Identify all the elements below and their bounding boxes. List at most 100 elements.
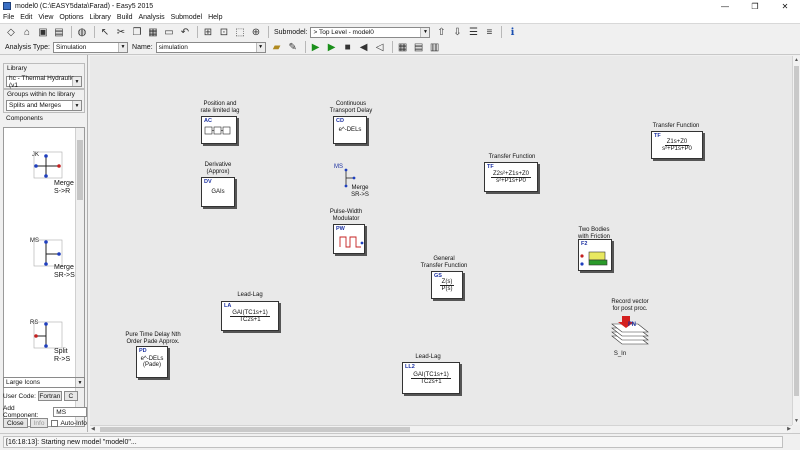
- scroll-thumb[interactable]: [794, 66, 799, 396]
- block-label: Pure Time Delay Nth Order Pade Approx.: [125, 332, 181, 345]
- run-icon[interactable]: ▶: [309, 40, 323, 54]
- component-label: Split R->S: [54, 348, 71, 363]
- zoom-extents-icon[interactable]: ⊡: [217, 25, 231, 39]
- canvas-horizontal-scrollbar[interactable]: ◀ ▶: [90, 425, 792, 433]
- block-record-vector[interactable]: FN: [608, 314, 650, 350]
- menu-analysis[interactable]: Analysis: [139, 14, 165, 21]
- analysis-name-select[interactable]: simulation ▼: [155, 41, 266, 53]
- menu-build[interactable]: Build: [117, 14, 133, 21]
- menu-submodel[interactable]: Submodel: [171, 14, 203, 21]
- scroll-thumb[interactable]: [100, 427, 410, 432]
- run-step-icon[interactable]: ▶: [325, 40, 339, 54]
- scroll-up-icon[interactable]: ▲: [794, 57, 799, 63]
- submodel-list-icon[interactable]: ☰: [466, 25, 480, 39]
- results-icon[interactable]: ▥: [428, 40, 442, 54]
- menu-library[interactable]: Library: [90, 14, 111, 21]
- c-button[interactable]: C: [63, 391, 78, 401]
- block-derivative[interactable]: DV GAIs: [201, 177, 235, 207]
- maximize-button[interactable]: ❐: [740, 0, 770, 12]
- submodel-select[interactable]: > Top Level - model0 ▼: [310, 26, 431, 38]
- status-text: [16:18:13]: Starting new model "model0".…: [3, 436, 783, 448]
- zoom-fit-icon[interactable]: ⊞: [201, 25, 215, 39]
- submodel-up-icon[interactable]: ⇧: [434, 25, 448, 39]
- component-split-r-s[interactable]: RS Split R->S: [4, 318, 76, 378]
- analysis-type-select[interactable]: Simulation ▼: [53, 41, 129, 53]
- component-merge-sr-s[interactable]: MS Merge SR->S: [4, 236, 76, 296]
- copy-icon[interactable]: ❐: [130, 25, 144, 39]
- block-transfer-function-2[interactable]: TF Z2s²+Z1s+Z0 s²+P1s+P0: [484, 162, 538, 192]
- menu-help[interactable]: Help: [208, 14, 222, 21]
- block-transport-delay[interactable]: CD e^-DELs: [333, 116, 367, 144]
- main-toolbar: ◇ ⌂ ▣ ▤ ◍ ↖ ✂ ❐ ▦ ▭ ↶ ⊞ ⊡ ⬚ ⊕ Submodel: …: [0, 23, 800, 40]
- paste-icon[interactable]: ▦: [146, 25, 160, 39]
- submodel-label: Submodel:: [274, 28, 308, 36]
- menu-options[interactable]: Options: [59, 14, 83, 21]
- scroll-down-icon[interactable]: ▼: [794, 418, 799, 424]
- block-lead-lag-2[interactable]: LL2 GAI(TC1s+1) TC2s+1: [402, 362, 460, 394]
- title-bar: model0 (C:\EASY5data\Farad) - Easy5 2015…: [0, 0, 800, 12]
- library-title: Library: [7, 65, 27, 72]
- block-lead-lag-1[interactable]: LA GAI(TC1s+1) TC2s+1: [221, 301, 279, 331]
- open-icon[interactable]: ⌂: [20, 25, 34, 39]
- canvas-vertical-scrollbar[interactable]: ▲ ▼: [792, 56, 800, 425]
- zoom-box-icon[interactable]: ⬚: [233, 25, 247, 39]
- globe-icon[interactable]: ◍: [75, 25, 89, 39]
- groups-select[interactable]: Splits and Merges ▼: [6, 100, 82, 111]
- new-icon[interactable]: ◇: [4, 25, 18, 39]
- print-icon[interactable]: ▤: [52, 25, 66, 39]
- minimize-button[interactable]: —: [710, 0, 740, 12]
- menu-file[interactable]: File: [3, 14, 14, 21]
- rewind-icon[interactable]: ◀: [357, 40, 371, 54]
- cut-icon[interactable]: ✂: [114, 25, 128, 39]
- submodel-extra-icon[interactable]: ≡: [482, 25, 496, 39]
- menu-view[interactable]: View: [38, 14, 53, 21]
- library-panel: Library hc - Thermal Hydraulic (v1 ▼ Gro…: [0, 55, 88, 432]
- zoom-icon[interactable]: ⊕: [249, 25, 263, 39]
- plot-icon[interactable]: ▦: [396, 40, 410, 54]
- undo-icon[interactable]: ↶: [178, 25, 192, 39]
- folder-icon[interactable]: ▰: [270, 40, 284, 54]
- block-position-rate-lag[interactable]: AC: [201, 116, 237, 144]
- fortran-button[interactable]: Fortran: [37, 391, 62, 401]
- library-select[interactable]: hc - Thermal Hydraulic (v1 ▼: [6, 75, 82, 89]
- step-back-icon[interactable]: ◁: [373, 40, 387, 54]
- block-sublabel: S_In: [613, 351, 627, 357]
- block-label: Pulse-Width Modulator: [329, 209, 363, 222]
- edit-analysis-icon[interactable]: ✎: [286, 40, 300, 54]
- block-pure-time-delay[interactable]: PD e^-DELs (Pade): [136, 346, 168, 378]
- block-general-transfer-function[interactable]: GS Z(s) P(s): [431, 271, 463, 299]
- pointer-icon[interactable]: ↖: [98, 25, 112, 39]
- submodel-down-icon[interactable]: ⇩: [450, 25, 464, 39]
- scroll-thumb[interactable]: [77, 140, 83, 200]
- block-label: Transfer Function: [488, 154, 536, 160]
- close-button[interactable]: Close: [3, 418, 28, 428]
- block-label: Position and rate limited lag: [200, 101, 240, 114]
- delete-icon[interactable]: ▭: [162, 25, 176, 39]
- save-icon[interactable]: ▣: [36, 25, 50, 39]
- table-icon[interactable]: ▤: [412, 40, 426, 54]
- info-icon[interactable]: ℹ: [505, 25, 519, 39]
- block-pulse-width-modulator[interactable]: PW: [333, 224, 365, 254]
- block-label: Continuous Transport Delay: [329, 101, 373, 114]
- component-merge-s-r[interactable]: JK Merge S->R: [4, 150, 76, 210]
- record-stack-icon: [611, 316, 649, 345]
- model-canvas[interactable]: Position and rate limited lag AC Continu…: [90, 56, 792, 425]
- close-window-button[interactable]: ✕: [770, 0, 800, 12]
- icon-size-select[interactable]: Large Icons ▼: [3, 377, 85, 388]
- info-button[interactable]: Info: [29, 418, 49, 428]
- scroll-left-icon[interactable]: ◀: [91, 426, 95, 432]
- block-transfer-function-1[interactable]: TF Z1s+Z0 s²+P1s+P0: [651, 131, 703, 159]
- components-title: Components: [6, 115, 43, 122]
- status-bar: [16:18:13]: Starting new model "model0".…: [0, 433, 800, 450]
- block-label: Lead-Lag: [237, 292, 263, 298]
- add-component-input[interactable]: MS: [53, 407, 87, 417]
- stop-icon[interactable]: ■: [341, 40, 355, 54]
- menu-bar: File Edit View Options Library Build Ana…: [0, 12, 800, 23]
- block-label: Lead-Lag: [415, 354, 441, 360]
- menu-edit[interactable]: Edit: [20, 14, 32, 21]
- scroll-right-icon[interactable]: ▶: [787, 426, 791, 432]
- app-icon: [3, 2, 11, 10]
- chevron-down-icon: ▼: [75, 378, 84, 387]
- block-two-bodies-friction[interactable]: F2: [578, 239, 612, 271]
- auto-info-checkbox[interactable]: [51, 419, 59, 427]
